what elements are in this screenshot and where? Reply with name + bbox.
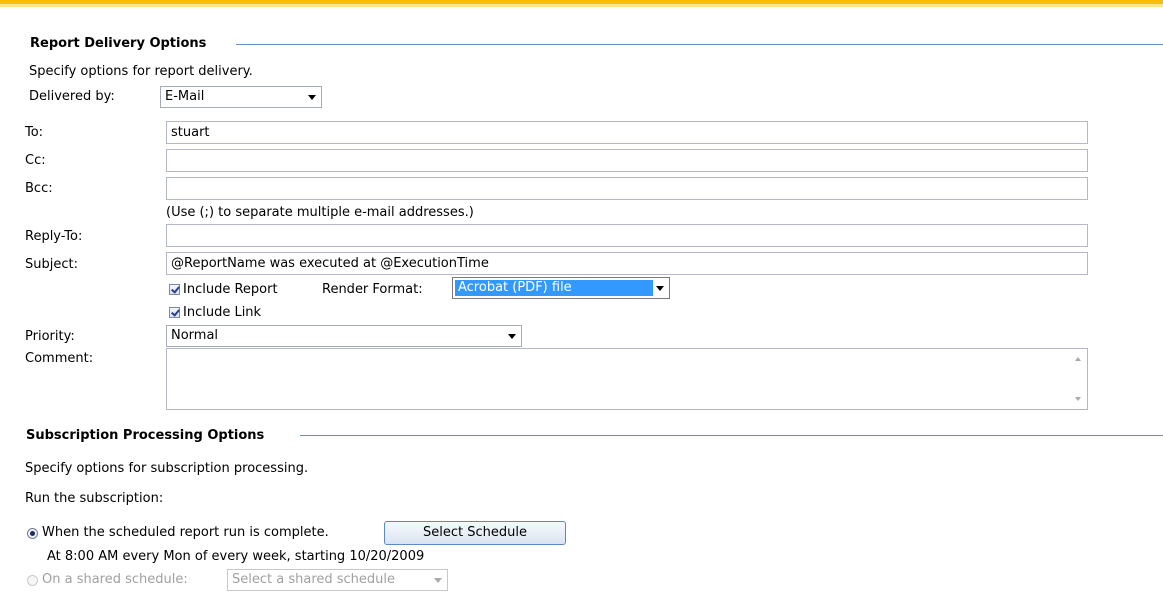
priority-value: Normal [171,328,219,343]
scheduled-run-radio[interactable] [27,528,38,539]
render-format-value: Acrobat (PDF) file [455,280,653,296]
select-schedule-button[interactable]: Select Schedule [384,521,566,545]
bcc-label: Bcc: [25,181,53,196]
include-link-checkbox[interactable] [169,307,180,318]
delivery-description: Specify options for report delivery. [29,64,253,79]
delivered-by-label: Delivered by: [29,89,115,104]
chevron-down-icon [308,95,316,100]
shared-schedule-select[interactable]: Select a shared schedule [227,569,448,591]
chevron-down-icon [508,334,516,339]
reply-to-field[interactable] [166,224,1088,247]
include-report-label: Include Report [183,282,278,297]
delivered-by-value: E-Mail [165,89,205,104]
top-accent-bar-shade [0,4,1163,7]
scroll-down-icon[interactable] [1075,397,1081,401]
subject-field[interactable]: @ReportName was executed at @ExecutionTi… [166,252,1088,275]
delivery-section-rule [236,44,1163,45]
comment-textarea[interactable] [166,348,1088,410]
processing-description: Specify options for subscription process… [25,461,309,476]
priority-select[interactable]: Normal [166,325,522,347]
cc-label: Cc: [25,153,46,168]
render-format-select[interactable]: Acrobat (PDF) file [452,277,670,299]
reply-to-label: Reply-To: [25,229,83,244]
chevron-down-icon [656,286,664,291]
shared-schedule-label: On a shared schedule: [42,572,188,587]
processing-section-rule [300,435,1163,436]
include-report-checkbox[interactable] [169,284,180,295]
chevron-down-icon [434,578,442,583]
run-subscription-label: Run the subscription: [25,491,164,506]
shared-schedule-value: Select a shared schedule [232,572,396,587]
processing-section-title: Subscription Processing Options [26,428,265,443]
include-link-label: Include Link [183,305,262,320]
schedule-summary: At 8:00 AM every Mon of every week, star… [47,549,425,564]
to-label: To: [25,125,44,140]
priority-label: Priority: [25,329,75,344]
email-separator-hint: (Use (;) to separate multiple e-mail add… [166,205,474,220]
shared-schedule-radio[interactable] [27,575,38,586]
scheduled-run-label: When the scheduled report run is complet… [42,525,329,540]
subject-label: Subject: [25,257,78,272]
delivered-by-select[interactable]: E-Mail [160,86,322,108]
cc-field[interactable] [166,149,1088,172]
to-field[interactable]: stuart [166,121,1088,144]
comment-label: Comment: [25,351,94,366]
scroll-up-icon[interactable] [1075,357,1081,361]
bcc-field[interactable] [166,177,1088,200]
delivery-section-title: Report Delivery Options [30,36,207,51]
render-format-label: Render Format: [322,282,423,297]
